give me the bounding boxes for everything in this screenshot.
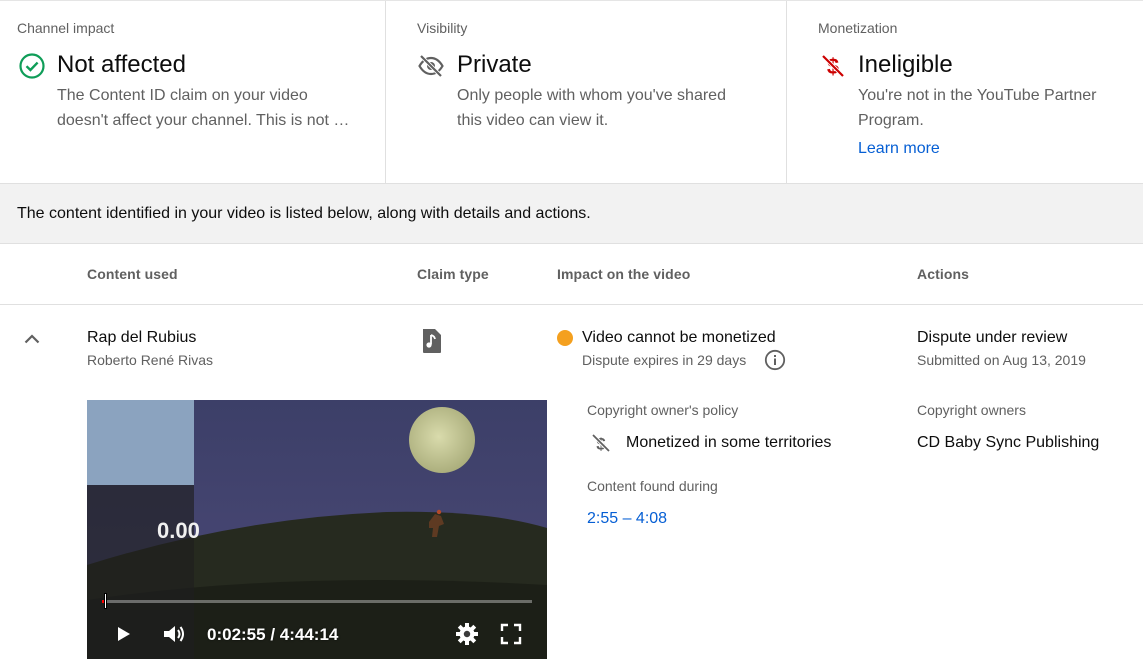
no-money-icon: $ [591, 433, 611, 454]
fullscreen-icon[interactable] [498, 621, 524, 647]
progress-track[interactable] [102, 600, 532, 603]
music-note-icon [423, 329, 441, 353]
channel-impact-label: Channel impact [17, 20, 115, 36]
collapse-row-button[interactable] [20, 327, 44, 351]
gear-icon[interactable] [454, 621, 480, 647]
owners-label: Copyright owners [917, 402, 1026, 418]
claim-details-page: Channel impact Not affected The Content … [0, 0, 1143, 666]
dispute-status: Dispute under review [917, 329, 1068, 346]
claims-table-header: Content used Claim type Impact on the vi… [0, 244, 1143, 305]
impact-title: Video cannot be monetized [582, 329, 776, 346]
dispute-expiry: Dispute expires in 29 days [582, 352, 747, 368]
channel-impact-card: Channel impact Not affected The Content … [0, 1, 386, 184]
header-claim-type: Claim type [417, 266, 489, 282]
player-timecode: 0:02:55 / 4:44:14 [207, 625, 339, 644]
summary-cards: Channel impact Not affected The Content … [0, 0, 1143, 184]
content-artist: Roberto René Rivas [87, 352, 214, 368]
no-money-icon: $ [821, 54, 845, 79]
content-timerange-link[interactable]: 2:55 – 4:08 [587, 510, 667, 528]
header-content-used: Content used [87, 266, 178, 282]
video-player[interactable]: 0.00 0:02:55 / 4:44:14 [87, 400, 547, 659]
check-circle-icon [19, 53, 45, 79]
banner-text: The content identified in your video is … [17, 205, 591, 222]
impact-status-dot [557, 330, 573, 346]
policy-value: Monetized in some territories [626, 434, 832, 451]
monetization-label: Monetization [818, 20, 898, 36]
content-found-label: Content found during [587, 478, 718, 494]
info-icon[interactable] [764, 349, 786, 371]
owners-value: CD Baby Sync Publishing [917, 434, 1100, 451]
volume-icon[interactable] [161, 621, 187, 647]
channel-impact-description: The Content ID claim on your video doesn… [57, 87, 350, 129]
visibility-card: Visibility Private Only people with whom… [386, 1, 787, 184]
policy-label: Copyright owner's policy [587, 402, 739, 418]
play-icon[interactable] [110, 621, 136, 647]
content-title: Rap del Rubius [87, 329, 197, 346]
visibility-status: Private [457, 51, 532, 78]
progress-handle[interactable] [104, 593, 107, 609]
visibility-label: Visibility [417, 20, 468, 36]
monetization-status: Ineligible [858, 51, 953, 78]
dispute-submitted-date: Submitted on Aug 13, 2019 [917, 352, 1086, 368]
header-impact: Impact on the video [557, 266, 691, 282]
overlay-number: 0.00 [157, 518, 200, 543]
overlay-sky [87, 400, 194, 485]
monetization-description: You're not in the YouTube Partner Progra… [858, 87, 1097, 129]
channel-impact-status: Not affected [57, 51, 186, 78]
header-actions: Actions [917, 266, 970, 282]
content-info-banner: The content identified in your video is … [0, 183, 1143, 244]
eye-off-icon [418, 54, 444, 78]
learn-more-link[interactable]: Learn more [858, 140, 940, 158]
visibility-description: Only people with whom you've shared this… [457, 87, 726, 129]
monetization-card: Monetization $ Ineligible You're not in … [787, 1, 1143, 184]
